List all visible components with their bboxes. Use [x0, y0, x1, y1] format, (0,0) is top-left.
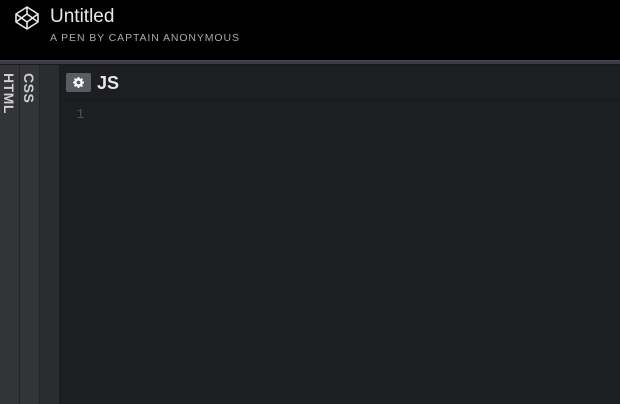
codepen-logo-icon[interactable] — [14, 5, 40, 31]
editor-resize-handle[interactable] — [40, 65, 60, 404]
js-settings-button[interactable] — [66, 73, 91, 92]
line-number: 1 — [76, 107, 85, 123]
js-editor-header: JS — [60, 65, 620, 101]
tab-html[interactable]: HTML — [0, 65, 20, 404]
pen-author: A PEN BY CAPTAIN ANONYMOUS — [50, 32, 240, 44]
js-editor-title: JS — [97, 73, 120, 93]
pen-title[interactable]: Untitled — [50, 6, 114, 28]
tab-css[interactable]: CSS — [20, 65, 40, 404]
tab-html-label: HTML — [1, 73, 17, 114]
pen-header: Untitled A PEN BY CAPTAIN ANONYMOUS — [0, 0, 620, 60]
js-code-editor[interactable]: 1 — [60, 101, 620, 404]
gear-icon — [73, 77, 84, 88]
tab-css-label: CSS — [21, 73, 37, 104]
